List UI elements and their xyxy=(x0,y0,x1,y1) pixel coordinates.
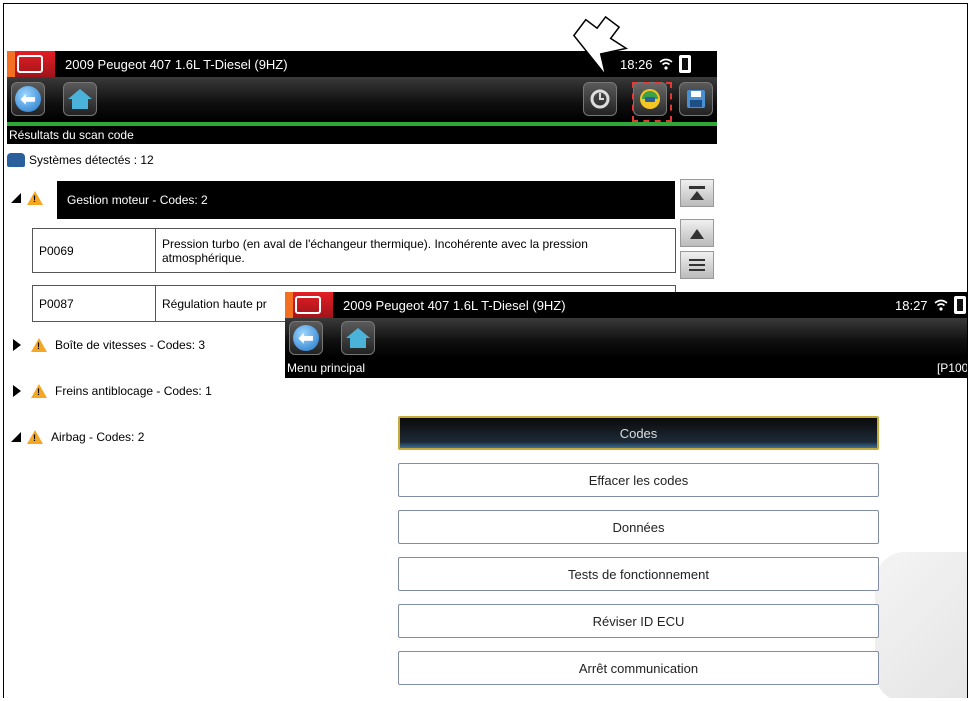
menu-item-function-tests[interactable]: Tests de fonctionnement xyxy=(398,557,879,591)
group-label: Boîte de vitesses - Codes: 3 xyxy=(55,338,206,352)
brand-logo xyxy=(7,51,55,77)
breadcrumb: Menu principal [P1004 xyxy=(285,358,968,378)
dtc-code: P0087 xyxy=(32,285,156,322)
group-label: Airbag - Codes: 2 xyxy=(51,430,145,444)
systems-detected-label: Systèmes détectés : 12 xyxy=(29,153,154,167)
group-row-airbag[interactable]: ! Airbag - Codes: 2 xyxy=(7,430,144,444)
scanner-watermark xyxy=(875,552,967,698)
status-bar: 2009 Peugeot 407 1.6L T-Diesel (9HZ) 18:… xyxy=(285,292,967,318)
home-icon xyxy=(68,89,92,109)
group-row-engine[interactable]: Gestion moteur - Codes: 2 xyxy=(57,181,675,219)
menu-item-codes[interactable]: Codes xyxy=(398,416,879,450)
dtc-description: Pression turbo (en aval de l'échangeur t… xyxy=(155,228,676,273)
expanded-arrow-icon xyxy=(11,432,21,442)
wifi-icon xyxy=(934,299,948,311)
breadcrumb-label: Menu principal xyxy=(287,361,366,375)
warning-icon: ! xyxy=(31,338,47,352)
menu-item-label: Tests de fonctionnement xyxy=(568,566,709,582)
menu-item-label: Réviser ID ECU xyxy=(592,613,685,629)
group-toggle-engine[interactable]: ! xyxy=(7,191,51,205)
document-frame: 2009 Peugeot 407 1.6L T-Diesel (9HZ) 18:… xyxy=(3,3,968,698)
arrow-callout-icon xyxy=(572,15,629,76)
menu-item-label: Arrêt communication xyxy=(578,660,699,676)
back-button[interactable]: ⬅ xyxy=(11,82,45,116)
warning-icon: ! xyxy=(27,191,43,205)
brand-logo xyxy=(285,292,333,318)
menu-item-data[interactable]: Données xyxy=(398,510,879,544)
group-label: Freins antiblocage - Codes: 1 xyxy=(55,384,212,398)
scroll-up-button[interactable] xyxy=(680,219,714,247)
vehicle-icon xyxy=(7,153,25,167)
status-tray: 18:26 xyxy=(620,53,691,75)
save-icon xyxy=(687,90,705,108)
scroll-up-icon xyxy=(690,229,704,239)
menu-item-label: Données xyxy=(612,519,665,535)
menu-item-ecu-id[interactable]: Réviser ID ECU xyxy=(398,604,879,638)
warning-icon: ! xyxy=(31,384,47,398)
scroll-page-button[interactable] xyxy=(680,251,714,279)
group-label: Gestion moteur - Codes: 2 xyxy=(67,193,208,207)
home-button[interactable] xyxy=(63,82,97,116)
refresh-icon xyxy=(590,89,610,109)
expanded-arrow-icon xyxy=(11,193,21,203)
group-row-gearbox[interactable]: ! Boîte de vitesses - Codes: 3 xyxy=(7,338,205,352)
warning-icon: ! xyxy=(27,430,43,444)
battery-icon xyxy=(953,296,966,314)
save-button[interactable] xyxy=(679,82,713,116)
clock: 18:27 xyxy=(895,297,928,313)
menu-item-stop-communication[interactable]: Arrêt communication xyxy=(398,651,879,685)
table-row[interactable]: P0069 Pression turbo (en aval de l'échan… xyxy=(32,228,676,273)
menu-item-label: Codes xyxy=(619,425,658,441)
list-icon xyxy=(689,259,705,271)
collapsed-arrow-icon xyxy=(13,339,21,351)
vehicle-title: 2009 Peugeot 407 1.6L T-Diesel (9HZ) xyxy=(65,56,288,72)
back-button[interactable]: ⬅ xyxy=(289,321,323,355)
breadcrumb: Résultats du scan code xyxy=(7,126,717,144)
main-menu-screen: 2009 Peugeot 407 1.6L T-Diesel (9HZ) 18:… xyxy=(285,292,968,698)
group-row-abs[interactable]: ! Freins antiblocage - Codes: 1 xyxy=(7,384,212,398)
wifi-icon xyxy=(659,58,673,70)
scroll-top-button[interactable] xyxy=(680,179,714,207)
code-table-engine: P0069 Pression turbo (en aval de l'échan… xyxy=(32,228,676,273)
menu-item-label: Effacer les codes xyxy=(588,472,689,488)
breadcrumb-code: [P1004 xyxy=(936,361,968,375)
back-icon: ⬅ xyxy=(15,86,41,112)
reset-button[interactable] xyxy=(583,82,617,116)
dtc-code: P0069 xyxy=(32,228,156,273)
menu-item-clear-codes[interactable]: Effacer les codes xyxy=(398,463,879,497)
systems-detected: Systèmes détectés : 12 xyxy=(7,153,154,167)
vehicle-title: 2009 Peugeot 407 1.6L T-Diesel (9HZ) xyxy=(343,297,566,313)
battery-icon xyxy=(678,55,691,73)
status-tray: 18:27 xyxy=(895,294,966,316)
toolbar: ⬅ xyxy=(285,318,967,358)
back-icon: ⬅ xyxy=(293,325,319,351)
collapsed-arrow-icon xyxy=(13,385,21,397)
home-icon xyxy=(346,328,370,348)
scroll-top-icon xyxy=(689,186,705,200)
scan-button-highlight xyxy=(632,82,672,122)
home-button[interactable] xyxy=(341,321,375,355)
